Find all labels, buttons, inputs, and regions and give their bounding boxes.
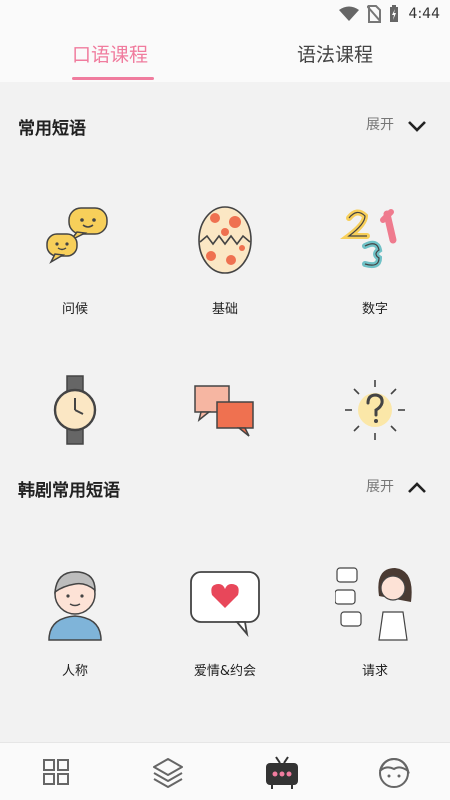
lesson-love-dating[interactable]: 爱情&约会 <box>170 562 280 679</box>
section-header-kdrama-phrases[interactable]: 韩剧常用短语 展开 <box>0 468 450 508</box>
lesson-numbers[interactable]: 数字 <box>320 200 430 317</box>
section-header-common-phrases[interactable]: 常用短语 展开 <box>0 106 450 146</box>
clock: 4:44 <box>408 6 440 22</box>
lesson-label: 问候 <box>61 302 88 317</box>
lesson-label: 请求 <box>361 664 388 679</box>
lesson-greeting[interactable]: 问候 <box>20 200 130 317</box>
lesson-label: 爱情&约会 <box>193 664 257 679</box>
bottom-nav <box>0 742 450 800</box>
status-bar: 4:44 <box>0 0 450 28</box>
lesson-label: 人称 <box>61 664 88 679</box>
expand-toggle[interactable]: 展开 <box>366 114 394 134</box>
chevron-up-icon[interactable] <box>406 479 428 497</box>
lesson-label: 基础 <box>211 302 238 317</box>
wristwatch-icon <box>53 375 97 445</box>
expand-toggle[interactable]: 展开 <box>366 476 394 496</box>
profile-icon[interactable] <box>374 755 414 791</box>
girl-talking-icon <box>334 567 412 641</box>
speech-bubbles-icon <box>46 207 108 264</box>
battery-charging-icon <box>389 5 398 22</box>
section-title: 常用短语 <box>18 119 86 139</box>
wifi-icon <box>338 6 359 21</box>
course-tabs: 口语课程 语法课程 <box>0 28 450 82</box>
lesson-questions[interactable] <box>320 370 430 454</box>
chevron-down-icon[interactable] <box>406 117 428 135</box>
cracked-egg-icon <box>198 206 252 274</box>
lesson-conversation[interactable] <box>170 370 280 454</box>
heart-message-icon <box>190 571 260 638</box>
numbers-icon <box>340 209 397 269</box>
lesson-label: 数字 <box>361 302 388 317</box>
chat-squares-icon <box>194 385 254 437</box>
tab-grammar[interactable]: 语法课程 <box>297 40 373 67</box>
question-mark-icon <box>345 380 405 440</box>
lesson-time[interactable] <box>20 370 130 454</box>
tab-speaking[interactable]: 口语课程 <box>72 40 148 67</box>
lesson-requests[interactable]: 请求 <box>320 562 430 679</box>
no-sim-icon <box>366 5 381 23</box>
active-tab-indicator <box>72 77 154 80</box>
tv-icon[interactable] <box>262 755 302 791</box>
lesson-pronouns[interactable]: 人称 <box>20 562 130 679</box>
lesson-basics[interactable]: 基础 <box>170 200 280 317</box>
person-icon <box>48 571 102 641</box>
layers-icon[interactable] <box>148 755 188 791</box>
grid-icon[interactable] <box>36 755 76 791</box>
section-title: 韩剧常用短语 <box>18 481 120 501</box>
